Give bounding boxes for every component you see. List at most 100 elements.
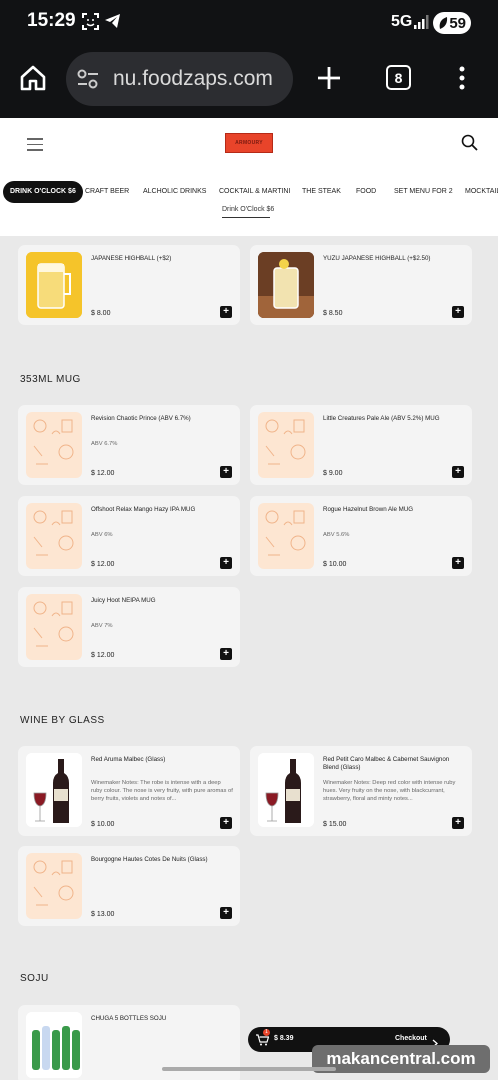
menu-item-card[interactable]: Little Creatures Pale Ale (ABV 5.2%) MUG… xyxy=(250,405,472,485)
add-to-cart-icon[interactable]: + xyxy=(452,306,464,318)
battery-level: 59 xyxy=(449,14,466,32)
add-to-cart-icon[interactable]: + xyxy=(220,817,232,829)
item-name: Rogue Hazelnut Brown Ale MUG xyxy=(323,506,414,513)
cart-total: $ 8.39 xyxy=(274,1035,294,1042)
url-text: nu.foodzaps.com xyxy=(113,67,273,90)
tab-alcholic-drinks[interactable]: ALCHOLIC DRINKS xyxy=(143,181,206,203)
item-name: Red Aruma Malbec (Glass) xyxy=(91,756,166,763)
tab-count: 8 xyxy=(394,69,403,86)
menu-item-card[interactable]: Juicy Hoot NEIPA MUG ABV 7% $ 12.00 + xyxy=(18,587,240,667)
cart-count-badge: 1 xyxy=(263,1029,270,1036)
site-header: ARMOURY DRINK O'CLOCK $6 CRAFT BEER ALCH… xyxy=(0,118,498,236)
address-bar[interactable]: nu.foodzaps.com xyxy=(66,52,293,106)
item-price: $ 13.00 xyxy=(91,911,115,918)
item-name: YUZU JAPANESE HIGHBALL (+$2.50) xyxy=(323,255,431,262)
item-desc: Winemaker Notes: Deep red color with int… xyxy=(323,780,456,802)
more-options-icon[interactable] xyxy=(458,66,466,95)
screenshot-icon xyxy=(82,13,99,35)
placeholder-food-icon xyxy=(26,594,82,660)
add-to-cart-icon[interactable]: + xyxy=(220,466,232,478)
status-time: 15:29 xyxy=(27,10,76,31)
menu-item-card[interactable]: Revision Chaotic Prince (ABV 6.7%) ABV 6… xyxy=(18,405,240,485)
section-title: 353ML MUG xyxy=(20,374,81,385)
item-image xyxy=(258,252,314,318)
item-name: Red Petit Caro Malbec & Cabernet Sauvign… xyxy=(323,756,450,771)
menu-item-card[interactable]: Bourgogne Hautes Cotes De Nuits (Glass) … xyxy=(18,846,240,926)
section-wine-by-glass: WINE BY GLASS Red Aruma Malbec (Glass) W… xyxy=(0,686,498,938)
checkout-label: Checkout xyxy=(395,1035,427,1042)
item-price: $ 12.00 xyxy=(91,470,115,477)
add-to-cart-icon[interactable]: + xyxy=(452,466,464,478)
item-price: $ 12.00 xyxy=(91,561,115,568)
network-type: 5G xyxy=(391,13,413,30)
tab-food[interactable]: FOOD xyxy=(356,181,376,203)
new-tab-icon[interactable] xyxy=(315,64,343,97)
item-price: $ 15.00 xyxy=(323,821,347,828)
item-name: CHUGA 5 BOTTLES SOJU xyxy=(91,1015,167,1022)
browser-toolbar: nu.foodzaps.com 8 xyxy=(0,46,498,118)
battery-indicator: 59 xyxy=(433,12,471,34)
tab-switcher-button[interactable]: 8 xyxy=(386,65,411,90)
menu-item-card[interactable]: Red Aruma Malbec (Glass) Winemaker Notes… xyxy=(18,746,240,836)
item-name: Little Creatures Pale Ale (ABV 5.2%) MUG xyxy=(323,415,440,422)
section-title: SOJU xyxy=(20,973,49,984)
search-icon[interactable] xyxy=(461,134,478,156)
item-desc: ABV 6% xyxy=(91,532,113,538)
restaurant-logo[interactable]: ARMOURY xyxy=(225,133,273,153)
placeholder-food-icon xyxy=(26,503,82,569)
status-bar: 15:29 5G 59 xyxy=(0,0,498,46)
placeholder-food-icon xyxy=(258,412,314,478)
add-to-cart-icon[interactable]: + xyxy=(220,557,232,569)
add-to-cart-icon[interactable]: + xyxy=(220,306,232,318)
item-name: Juicy Hoot NEIPA MUG xyxy=(91,597,156,604)
item-price: $ 12.00 xyxy=(91,652,115,659)
item-name: JAPANESE HIGHBALL (+$2) xyxy=(91,255,172,262)
placeholder-food-icon xyxy=(26,412,82,478)
telegram-icon xyxy=(104,13,121,34)
add-to-cart-icon[interactable]: + xyxy=(452,557,464,569)
item-image xyxy=(26,1012,82,1078)
tab-mocktail[interactable]: MOCKTAIL xyxy=(465,181,498,203)
menu-item-card[interactable]: YUZU JAPANESE HIGHBALL (+$2.50) $ 8.50 + xyxy=(250,245,472,325)
add-to-cart-icon[interactable]: + xyxy=(220,648,232,660)
menu-item-card[interactable]: Rogue Hazelnut Brown Ale MUG ABV 5.6% $ … xyxy=(250,496,472,576)
item-desc: ABV 7% xyxy=(91,623,113,629)
subcategory-tab[interactable]: Drink O'Clock $6 xyxy=(222,206,274,213)
item-name: Bourgogne Hautes Cotes De Nuits (Glass) xyxy=(91,856,208,863)
subcategory-underline xyxy=(222,217,270,218)
item-price: $ 10.00 xyxy=(323,561,347,568)
home-icon[interactable] xyxy=(19,64,47,97)
item-price: $ 10.00 xyxy=(91,821,115,828)
category-tabs: DRINK O'CLOCK $6 CRAFT BEER ALCHOLIC DRI… xyxy=(0,181,498,203)
add-to-cart-icon[interactable]: + xyxy=(452,817,464,829)
tab-craft-beer[interactable]: CRAFT BEER xyxy=(85,181,129,203)
section-353ml-mug: 353ML MUG Revision Chaotic Prince (ABV 6… xyxy=(0,345,498,678)
item-image xyxy=(258,753,314,827)
watermark: makancentral.com xyxy=(312,1045,490,1073)
signal-icon xyxy=(413,14,429,35)
menu-item-card[interactable]: Offshoot Relax Mango Hazy IPA MUG ABV 6%… xyxy=(18,496,240,576)
tab-drink-oclock[interactable]: DRINK O'CLOCK $6 xyxy=(3,181,83,203)
add-to-cart-icon[interactable]: + xyxy=(220,907,232,919)
item-price: $ 9.00 xyxy=(323,470,343,477)
item-image xyxy=(26,252,82,318)
item-desc: ABV 5.6% xyxy=(323,532,350,538)
item-price: $ 8.50 xyxy=(323,310,343,317)
item-image xyxy=(26,753,82,827)
section-title: WINE BY GLASS xyxy=(20,715,105,726)
menu-item-card[interactable]: JAPANESE HIGHBALL (+$2) $ 8.00 + xyxy=(18,245,240,325)
battery-saver-icon xyxy=(438,16,448,34)
home-indicator[interactable] xyxy=(162,1067,336,1071)
site-settings-icon[interactable] xyxy=(76,68,100,95)
menu-item-card[interactable]: Red Petit Caro Malbec & Cabernet Sauvign… xyxy=(250,746,472,836)
item-desc: Winemaker Notes: The robe is intense wit… xyxy=(91,780,233,802)
tab-set-menu[interactable]: SET MENU FOR 2 xyxy=(394,181,453,203)
item-price: $ 8.00 xyxy=(91,310,111,317)
section-drink-oclock: JAPANESE HIGHBALL (+$2) $ 8.00 + YUZU JA… xyxy=(0,236,498,340)
tab-cocktail-martini[interactable]: COCKTAIL & MARTINI xyxy=(219,181,290,203)
item-name: Revision Chaotic Prince (ABV 6.7%) xyxy=(91,415,191,422)
placeholder-food-icon xyxy=(258,503,314,569)
menu-icon[interactable] xyxy=(27,138,43,155)
item-desc: ABV 6.7% xyxy=(91,441,118,447)
tab-the-steak[interactable]: THE STEAK xyxy=(302,181,341,203)
